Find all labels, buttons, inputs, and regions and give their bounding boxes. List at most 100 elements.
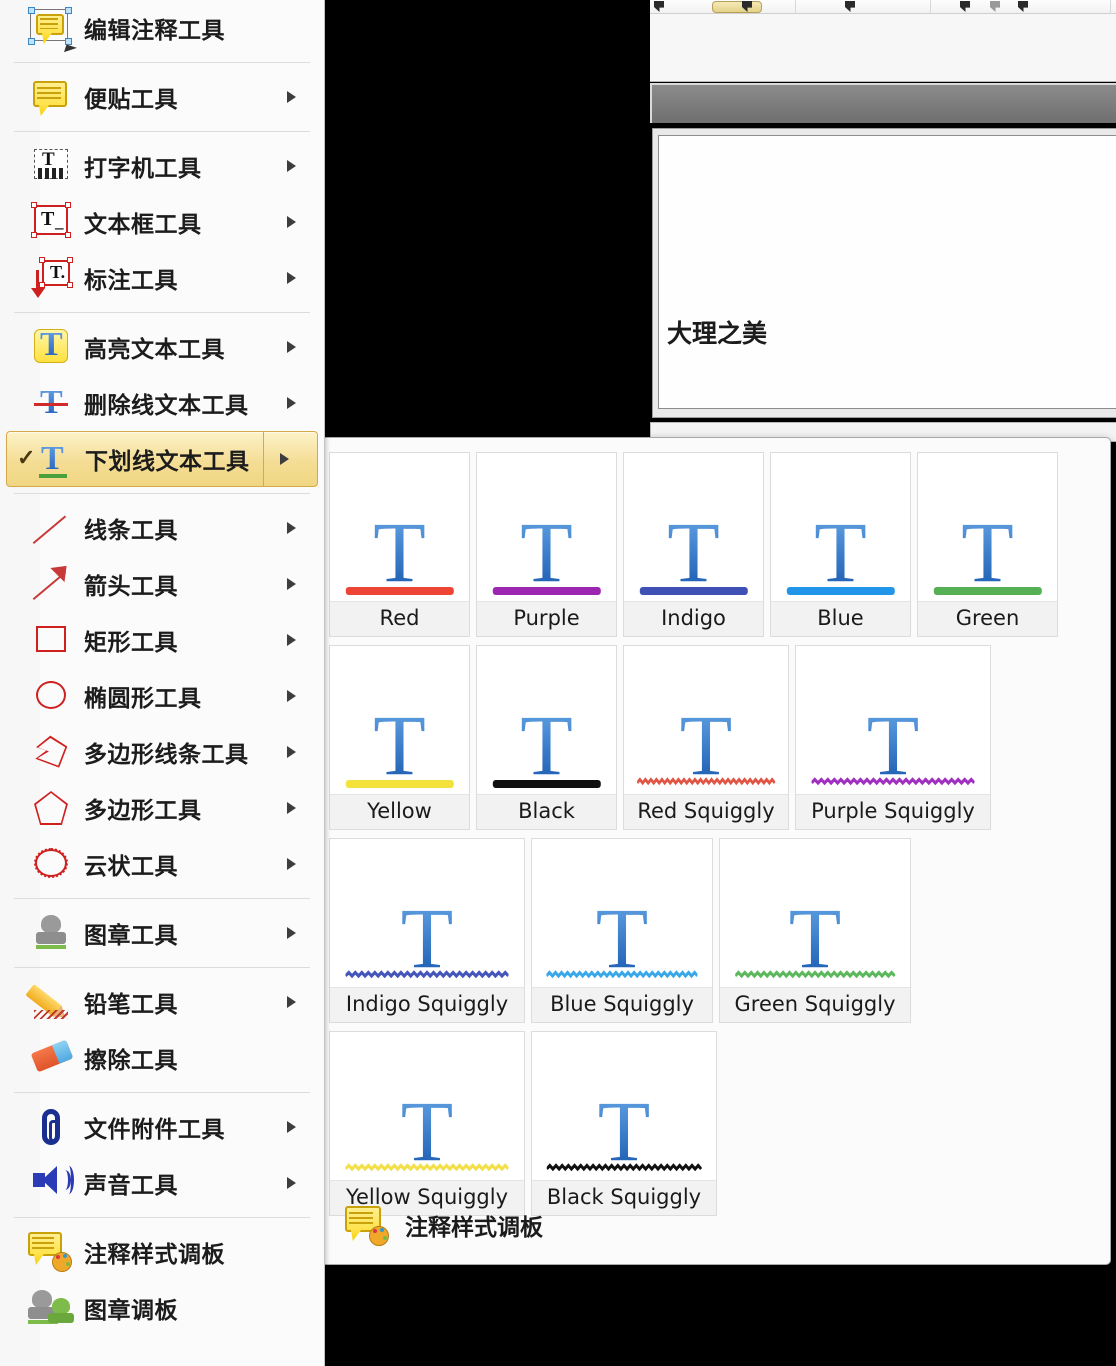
menu-item-13[interactable]: 多边形工具	[0, 780, 324, 836]
menu-item-15[interactable]: 图章工具	[0, 905, 324, 961]
menu-item-label: 图章工具	[84, 923, 178, 949]
chevron-right-icon	[287, 341, 296, 353]
chevron-right-icon	[287, 160, 296, 172]
rectangle-icon	[28, 618, 74, 662]
text-box-icon: T _	[28, 200, 74, 244]
style-tile[interactable]: T Yellow Squiggly	[329, 1031, 525, 1216]
menu-separator	[14, 62, 310, 63]
window-title-bar[interactable]: ✕	[650, 83, 1116, 123]
toolbar-icon[interactable]	[845, 1, 855, 12]
menu-item-label: 下划线文本工具	[85, 449, 250, 475]
squiggly-underline	[545, 1162, 703, 1176]
menu-item-3[interactable]: T _ 文本框工具	[0, 194, 324, 250]
style-tile[interactable]: T Green Squiggly	[719, 838, 911, 1023]
menu-separator	[14, 312, 310, 313]
toolbar-icon[interactable]	[654, 1, 664, 12]
menu-item-7[interactable]: ✓ T 下划线文本工具	[6, 431, 318, 487]
squiggly-underline	[344, 969, 510, 983]
chevron-right-icon	[287, 578, 296, 590]
strikeout-text-icon: T	[28, 381, 74, 425]
toolbar-icon[interactable]	[990, 1, 1000, 12]
style-tile[interactable]: T Indigo Squiggly	[329, 838, 525, 1023]
underline-rule	[786, 587, 895, 595]
typewriter-icon: T	[28, 144, 74, 188]
annotation-style-palette: T Red T Purple T Indigo T Blue T Green T Yellow T Bla…	[314, 437, 1111, 1265]
menu-item-label: 删除线文本工具	[84, 393, 249, 419]
style-tile[interactable]: T Red	[329, 452, 470, 637]
menu-item-label: 线条工具	[84, 518, 178, 544]
squiggly-underline	[733, 969, 897, 983]
letter-t-icon: T	[667, 504, 720, 600]
file-attachment-icon	[28, 1105, 74, 1149]
polyline-icon	[28, 730, 74, 774]
menu-item-10[interactable]: 矩形工具	[0, 612, 324, 668]
chevron-right-icon	[287, 216, 296, 228]
letter-t-icon: T	[520, 504, 573, 600]
palette-footer-button[interactable]: 注释样式调板	[329, 1198, 1096, 1252]
style-preview: T	[532, 839, 712, 987]
annotation-tools-menu: 编辑注释工具便贴工具 T 打字机工具 T_ 文本框工具 T. 标注工具 T 高亮文本工具 T 删除线…	[0, 0, 325, 1366]
edit-annotation-icon	[28, 6, 77, 56]
cloud-icon	[28, 842, 74, 886]
chevron-right-icon	[287, 690, 296, 702]
style-tile[interactable]: T Black Squiggly	[531, 1031, 717, 1216]
chevron-right-icon	[287, 927, 296, 939]
menu-item-12[interactable]: 多边形线条工具	[0, 724, 324, 780]
style-tile[interactable]: T Purple	[476, 452, 617, 637]
letter-t-icon: T	[961, 504, 1014, 600]
style-preview: T	[532, 1032, 716, 1180]
document-page[interactable]: 大理之美	[658, 135, 1116, 409]
menu-item-14[interactable]: 云状工具	[0, 836, 324, 892]
menu-item-1[interactable]: 便贴工具	[0, 69, 324, 125]
menu-item-label: 多边形工具	[84, 798, 202, 824]
menu-item-18[interactable]: 文件附件工具	[0, 1099, 324, 1155]
menu-item-label: 便贴工具	[84, 87, 178, 113]
menu-item-20[interactable]: 注释样式调板	[0, 1224, 324, 1280]
style-tile[interactable]: T Blue Squiggly	[531, 838, 713, 1023]
menu-item-label: 高亮文本工具	[84, 337, 225, 363]
underline-rule	[345, 780, 454, 788]
menu-item-5[interactable]: T 高亮文本工具	[0, 319, 324, 375]
letter-t-icon: T	[373, 504, 426, 600]
style-tile[interactable]: T Green	[917, 452, 1058, 637]
style-tile[interactable]: T Yellow	[329, 645, 470, 830]
toolbar-icon[interactable]	[960, 1, 970, 12]
style-preview: T	[624, 646, 788, 794]
document-text: 大理之美	[667, 319, 768, 348]
toolbar-icon[interactable]	[1018, 1, 1028, 12]
menu-item-label: 云状工具	[84, 854, 178, 880]
menu-item-4[interactable]: T. 标注工具	[0, 250, 324, 306]
annotation-style-palette-icon	[343, 1204, 391, 1246]
squiggly-underline	[344, 1162, 510, 1176]
menu-item-label: 文本框工具	[84, 212, 202, 238]
menu-item-9[interactable]: 箭头工具	[0, 556, 324, 612]
submenu-split[interactable]	[263, 432, 317, 486]
menu-item-label: 声音工具	[84, 1173, 178, 1199]
menu-item-17[interactable]: 擦除工具	[0, 1030, 324, 1086]
menu-item-21[interactable]: 图章调板	[0, 1280, 324, 1336]
style-tile[interactable]: T Black	[476, 645, 617, 830]
chevron-right-icon	[287, 1177, 296, 1189]
menu-item-2[interactable]: T 打字机工具	[0, 138, 324, 194]
document-upper-area	[650, 14, 1116, 82]
callout-icon: T.	[28, 256, 74, 300]
style-tile[interactable]: T Purple Squiggly	[795, 645, 991, 830]
menu-item-11[interactable]: 椭圆形工具	[0, 668, 324, 724]
toolbar-highlight-chip[interactable]	[712, 1, 762, 13]
toolbar-strip[interactable]	[650, 0, 1116, 14]
stamp-palette-icon	[28, 1286, 74, 1330]
menu-item-16[interactable]: 铅笔工具	[0, 974, 324, 1030]
screen: ✕ 大理之美 TRedTPurpleTIndigoTBlueTGreenTYel…	[0, 0, 1116, 1366]
style-tile-grid: T Red T Purple T Indigo T Blue T Green T Yellow T Bla…	[329, 452, 1099, 1224]
menu-item-label: 多边形线条工具	[84, 742, 249, 768]
toolbar-separator	[1110, 0, 1111, 14]
style-tile-label: Purple	[477, 601, 616, 636]
letter-t-icon: T	[520, 697, 573, 793]
menu-item-19[interactable]: 声音工具	[0, 1155, 324, 1211]
menu-item-0[interactable]: 编辑注释工具	[0, 0, 324, 56]
style-tile[interactable]: T Indigo	[623, 452, 764, 637]
menu-item-6[interactable]: T 删除线文本工具	[0, 375, 324, 431]
menu-item-8[interactable]: 线条工具	[0, 500, 324, 556]
style-tile[interactable]: T Red Squiggly	[623, 645, 789, 830]
style-tile[interactable]: T Blue	[770, 452, 911, 637]
